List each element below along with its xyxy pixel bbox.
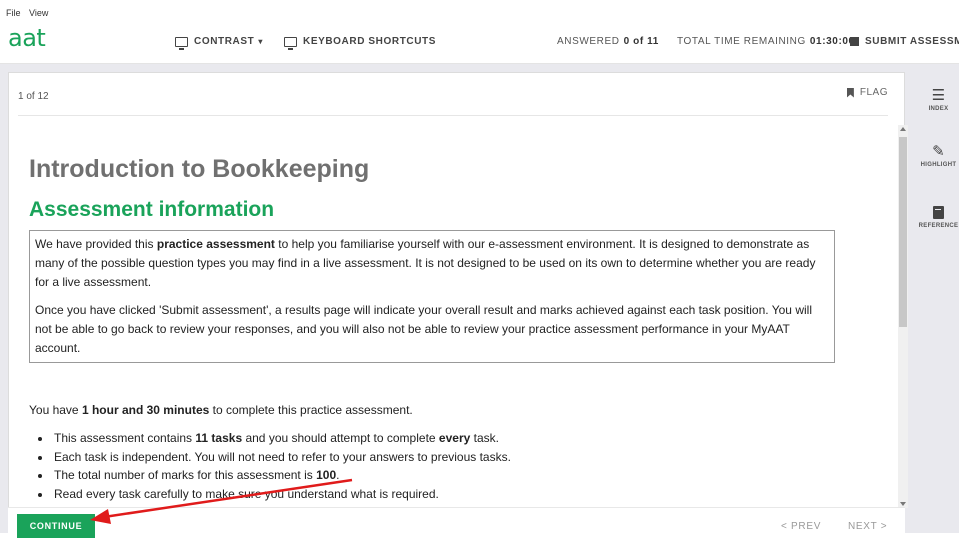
answered-status: ANSWERED 0 of 11	[557, 36, 659, 47]
monitor-icon	[175, 36, 188, 50]
tools-sidebar: ☰ INDEX ✎ HIGHLIGHT REFERENCE	[918, 72, 959, 533]
menu-file[interactable]: File	[6, 8, 21, 18]
menu-bar: File View	[0, 0, 959, 20]
info-paragraph-1: We have provided this practice assessmen…	[35, 237, 816, 289]
highlighter-icon: ✎	[932, 143, 945, 160]
submit-assessment-label: SUBMIT ASSESSMENT	[865, 36, 959, 47]
index-label: INDEX	[928, 106, 949, 112]
section-heading: Assessment information	[29, 198, 275, 221]
highlight-button[interactable]: ✎ HIGHLIGHT	[918, 142, 959, 168]
flag-button[interactable]: FLAG	[846, 87, 888, 98]
time-remaining-value: 01:30:00	[809, 36, 855, 47]
scroll-down-icon[interactable]	[900, 502, 906, 506]
time-allowed-text: You have 1 hour and 30 minutes to comple…	[29, 403, 413, 417]
instructions-list: This assessment contains 11 tasks and yo…	[52, 429, 889, 503]
scrollbar-thumb[interactable]	[899, 137, 907, 327]
book-icon	[933, 206, 944, 219]
caret-down-icon: ▾	[258, 37, 263, 46]
list-item: Each task is independent. You will not n…	[52, 448, 889, 467]
time-remaining-label: TOTAL TIME REMAINING	[677, 36, 806, 47]
list-item: The total number of marks for this asses…	[52, 466, 889, 485]
next-button[interactable]: NEXT >	[848, 521, 887, 532]
keyboard-shortcuts-label: KEYBOARD SHORTCUTS	[303, 36, 437, 47]
top-bar: aat CONTRAST ▾ KEYBOARD SHORTCUTS ANSWER…	[0, 22, 959, 64]
prev-button[interactable]: < PREV	[781, 521, 821, 532]
reference-label: REFERENCE	[918, 223, 959, 229]
contrast-button[interactable]: CONTRAST ▾	[175, 36, 263, 50]
scroll-up-icon[interactable]	[900, 127, 906, 131]
aat-logo: aat	[8, 24, 46, 52]
time-remaining: TOTAL TIME REMAINING 01:30:00	[677, 36, 855, 47]
question-counter: 1 of 12	[18, 91, 49, 102]
submit-assessment-button[interactable]: SUBMIT ASSESSMENT	[850, 36, 959, 47]
highlight-label: HIGHLIGHT	[920, 162, 957, 168]
answered-value: 0 of 11	[623, 36, 659, 47]
continue-button[interactable]: CONTINUE	[17, 514, 95, 538]
chevron-left-icon: <	[781, 521, 788, 532]
chevron-right-icon: >	[880, 521, 888, 532]
next-label: NEXT	[848, 521, 878, 532]
contrast-label: CONTRAST	[194, 36, 255, 47]
question-content: Introduction to Bookkeeping Assessment i…	[29, 151, 889, 503]
reference-button[interactable]: REFERENCE	[918, 206, 959, 229]
menu-view[interactable]: View	[29, 8, 48, 18]
menu-icon: ☰	[931, 87, 946, 104]
stop-square-icon	[850, 37, 859, 46]
vertical-scrollbar[interactable]	[898, 125, 908, 508]
question-panel: 1 of 12 FLAG Introduction to Bookkeeping…	[8, 72, 908, 533]
answered-label: ANSWERED	[557, 36, 620, 47]
list-item: This assessment contains 11 tasks and yo…	[52, 429, 889, 448]
navigation-bar: CONTINUE < PREV NEXT >	[8, 507, 905, 538]
monitor-icon	[284, 36, 297, 50]
assessment-info-box: We have provided this practice assessmen…	[29, 230, 835, 363]
page-title: Introduction to Bookkeeping	[29, 155, 370, 183]
index-button[interactable]: ☰ INDEX	[918, 86, 959, 112]
list-item: Read every task carefully to make sure y…	[52, 485, 889, 504]
divider	[18, 115, 888, 116]
prev-label: PREV	[791, 521, 822, 532]
keyboard-shortcuts-button[interactable]: KEYBOARD SHORTCUTS	[284, 36, 437, 50]
info-paragraph-2: Once you have clicked 'Submit assessment…	[35, 303, 812, 355]
flag-label: FLAG	[859, 87, 888, 98]
bookmark-icon	[846, 87, 854, 98]
